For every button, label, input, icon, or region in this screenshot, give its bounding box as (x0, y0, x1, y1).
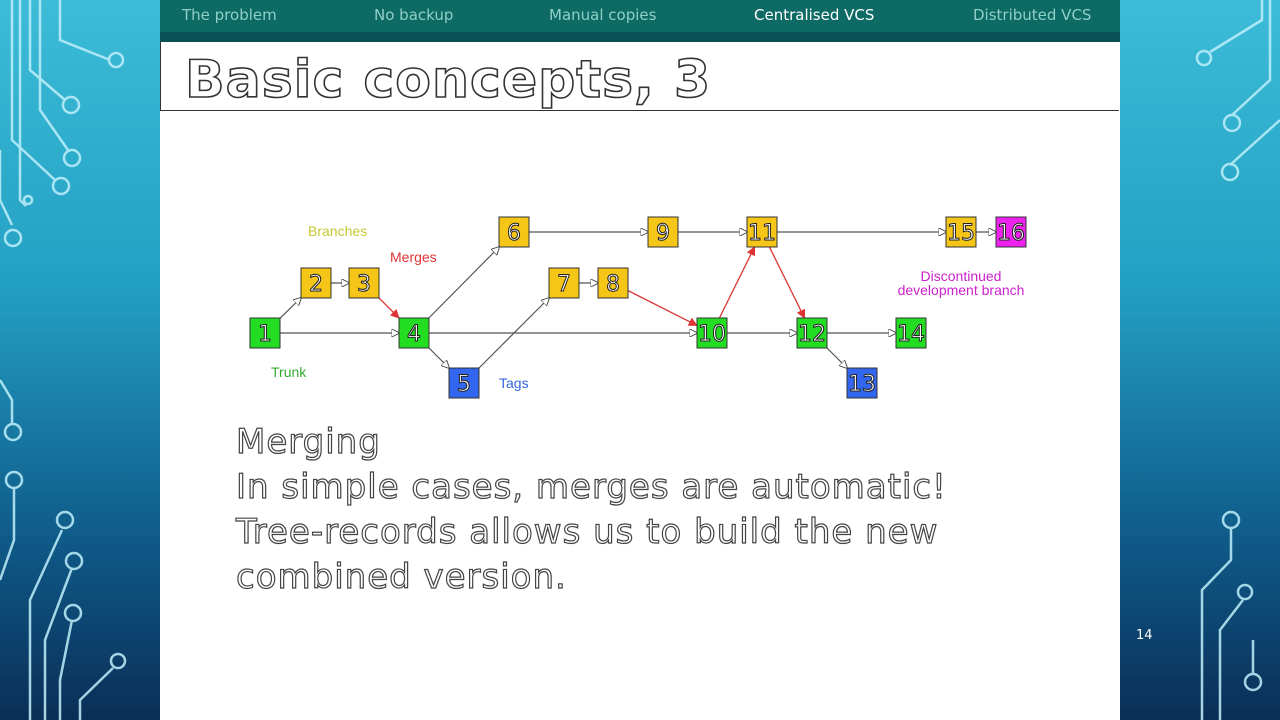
revision-number-4: 4 (407, 322, 421, 347)
revision-node-16: 16 (995, 216, 1027, 248)
body-line-3: combined version. (235, 556, 567, 597)
revision-node-13: 13 (846, 367, 878, 399)
merge-edge-3-4 (378, 297, 400, 319)
circuit-decoration-left (0, 0, 127, 720)
revision-number-1: 1 (258, 322, 272, 347)
revision-node-2: 2 (300, 267, 332, 299)
revision-number-8: 8 (606, 272, 620, 297)
nav-item-manual-copies[interactable]: Manual copies (549, 6, 656, 24)
nav-item-no-backup[interactable]: No backup (374, 6, 453, 24)
body-line-1: In simple cases, merges are automatic! (235, 466, 947, 507)
revision-node-5: 5 (448, 367, 480, 399)
revision-node-7: 7 (548, 267, 580, 299)
revision-number-6: 6 (507, 221, 521, 246)
section-navbar: The problem No backup Manual copies Cent… (160, 0, 1120, 42)
revision-node-10: 10 (696, 317, 728, 349)
revision-node-11: 11 (746, 216, 778, 248)
revision-number-7: 7 (557, 272, 571, 297)
revision-node-15: 15 (945, 216, 977, 248)
nav-item-distributed-vcs[interactable]: Distributed VCS (973, 6, 1091, 24)
revision-number-11: 11 (748, 221, 776, 246)
navbar-underline (160, 32, 1120, 42)
nav-item-centralised-vcs[interactable]: Centralised VCS (754, 6, 874, 24)
nodes-layer: 12 34567 89101112131415 16 (249, 216, 1027, 399)
body-heading: Merging (235, 421, 381, 462)
revision-node-8: 8 (597, 267, 629, 299)
merge-edge-10-11 (718, 246, 756, 319)
page-number: 14 (1136, 628, 1153, 643)
revision-node-4: 4 (398, 317, 430, 349)
tags-label: Tags (499, 375, 529, 391)
edges-layer (279, 232, 996, 368)
revision-number-13: 13 (848, 372, 876, 397)
revision-number-12: 12 (798, 322, 826, 347)
slide: The problem No backup Manual copies Cent… (160, 0, 1153, 720)
revision-number-10: 10 (698, 322, 726, 347)
revision-number-14: 14 (897, 322, 925, 347)
revision-node-12: 12 (796, 317, 828, 349)
revision-number-15: 15 (947, 221, 975, 246)
revision-number-16: 16 (997, 221, 1025, 246)
edge-1-2 (279, 298, 301, 319)
circuit-decoration-right (1195, 0, 1280, 720)
revision-node-9: 9 (647, 216, 679, 248)
version-tree-diagram: 12 34567 89101112131415 16 Branches Merges … (249, 216, 1027, 399)
revision-node-6: 6 (498, 216, 530, 248)
revision-node-3: 3 (348, 267, 380, 299)
edge-4-6 (428, 247, 499, 319)
trunk-label: Trunk (271, 364, 307, 380)
body-text: Merging In simple cases, merges are auto… (235, 420, 947, 600)
merge-edge-8-10 (627, 289, 698, 327)
revision-number-3: 3 (357, 272, 371, 297)
discontinued-label-line2: development branch (898, 282, 1025, 298)
revision-node-1: 1 (249, 317, 281, 349)
merge-edge-11-12 (768, 246, 806, 319)
nav-item-the-problem[interactable]: The problem (182, 6, 277, 24)
branches-label: Branches (308, 223, 367, 239)
revision-number-5: 5 (457, 372, 471, 397)
slide-title: Basic concepts, 3 (184, 49, 712, 111)
edge-12-13 (826, 347, 847, 368)
revision-number-9: 9 (656, 221, 670, 246)
edge-4-5 (428, 347, 449, 368)
revision-number-2: 2 (309, 272, 323, 297)
revision-node-14: 14 (895, 317, 927, 349)
title-bar: Basic concepts, 3 (160, 42, 1119, 111)
merges-label: Merges (390, 249, 437, 265)
body-line-2: Tree-records allows us to build the new (235, 511, 939, 552)
